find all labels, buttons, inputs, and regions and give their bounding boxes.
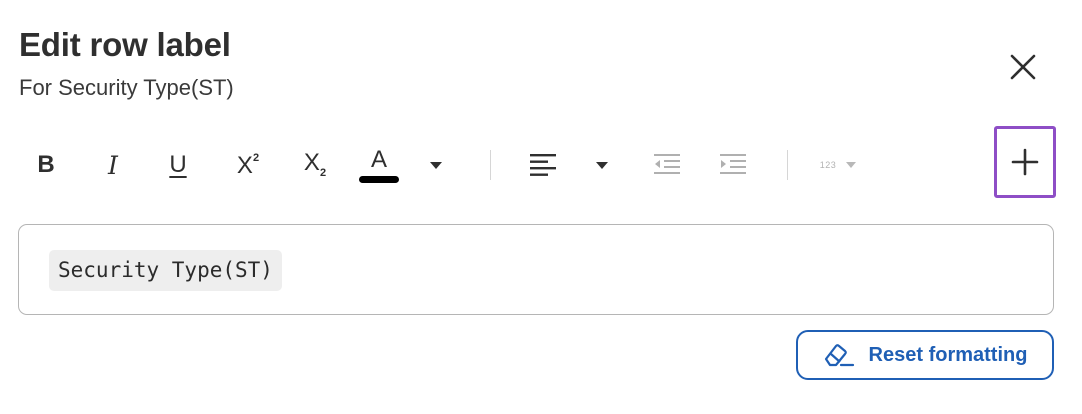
close-icon — [1010, 54, 1036, 80]
caret-down-icon — [430, 161, 442, 169]
subscript-icon: X2 — [304, 151, 326, 179]
toolbar-divider — [490, 150, 491, 180]
reset-formatting-button[interactable]: Reset formatting — [796, 330, 1054, 380]
superscript-base: X — [236, 151, 253, 179]
align-button[interactable] — [525, 130, 561, 200]
add-field-button[interactable] — [994, 126, 1056, 198]
edit-row-label-dialog: Edit row label For Security Type(ST) B I… — [0, 0, 1082, 414]
field-chip[interactable]: Security Type(ST) — [49, 250, 282, 291]
indent-button[interactable] — [716, 130, 750, 200]
subscript-mark: 2 — [319, 167, 327, 179]
eraser-icon — [824, 344, 854, 367]
toolbar-divider — [787, 150, 788, 180]
text-color-icon: A — [370, 145, 387, 173]
caret-down-icon — [846, 162, 857, 168]
text-color-swatch — [359, 175, 399, 183]
dialog-title: Edit row label — [19, 26, 231, 63]
outdent-button[interactable] — [650, 130, 684, 200]
underline-button[interactable]: U — [162, 130, 194, 200]
align-left-icon — [530, 154, 556, 176]
reset-formatting-label: Reset formatting — [868, 343, 1028, 366]
underline-icon: U — [169, 151, 187, 178]
bold-icon: B — [37, 151, 55, 178]
subscript-base: X — [303, 149, 320, 176]
formatting-toolbar: B I U X2 X2 A 123 — [0, 130, 1082, 200]
text-color-dropdown[interactable] — [424, 130, 448, 200]
indent-icon — [720, 154, 746, 174]
number-format-button[interactable]: 123 — [812, 130, 864, 200]
caret-down-icon — [596, 161, 608, 169]
outdent-icon — [654, 154, 680, 174]
superscript-mark: 2 — [252, 151, 260, 164]
number-format-icon: 123 — [819, 160, 837, 170]
bold-button[interactable]: B — [30, 130, 62, 200]
plus-icon — [1011, 148, 1039, 176]
align-dropdown[interactable] — [590, 130, 614, 200]
italic-icon: I — [108, 150, 118, 180]
italic-button[interactable]: I — [97, 130, 129, 200]
label-editor[interactable]: Security Type(ST) — [18, 224, 1054, 315]
close-button[interactable] — [1003, 47, 1043, 87]
subscript-button[interactable]: X2 — [295, 130, 335, 200]
text-color-button[interactable]: A — [354, 130, 404, 200]
superscript-button[interactable]: X2 — [228, 130, 268, 200]
superscript-icon: X2 — [236, 151, 260, 179]
dialog-subtitle: For Security Type(ST) — [19, 75, 234, 100]
